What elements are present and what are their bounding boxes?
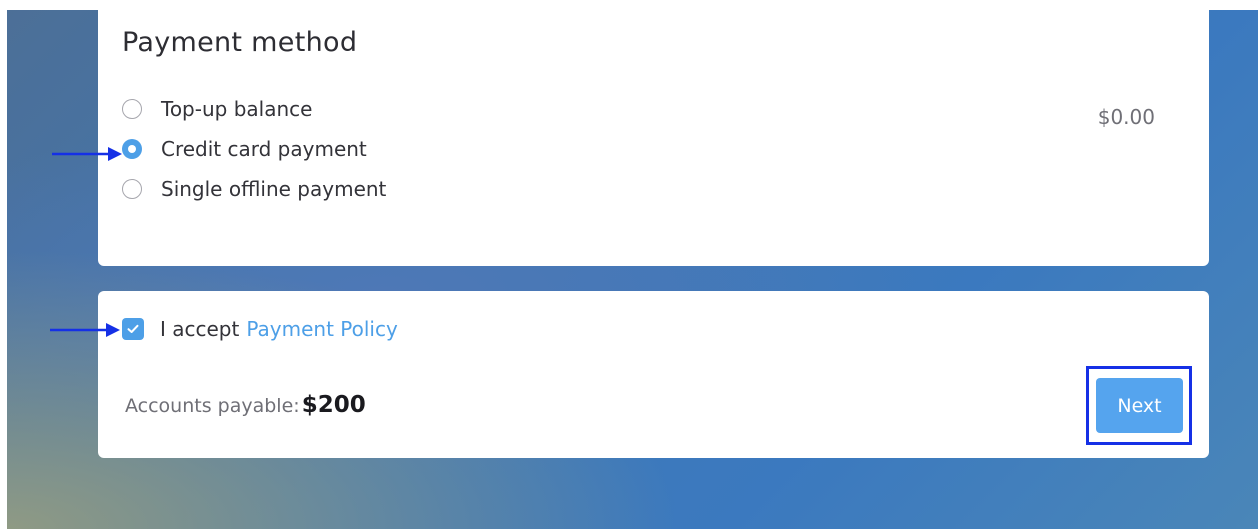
top-up-balance-value: $0.00 <box>1097 105 1155 129</box>
payable-label: Accounts payable: <box>125 395 300 417</box>
confirmation-card: I accept Payment Policy Accounts payable… <box>98 291 1209 458</box>
option-label: Credit card payment <box>161 137 367 161</box>
option-label: Top-up balance <box>161 97 313 121</box>
accounts-payable: Accounts payable: $200 <box>125 392 366 418</box>
next-button-highlight: Next <box>1086 366 1192 445</box>
option-single-offline-payment[interactable]: Single offline payment <box>122 176 386 202</box>
payment-policy-link[interactable]: Payment Policy <box>246 317 397 341</box>
payable-amount: $200 <box>301 392 366 418</box>
payment-method-title: Payment method <box>122 27 358 58</box>
radio-button-icon[interactable] <box>122 179 142 199</box>
arrow-right-icon <box>52 147 122 161</box>
accept-checkbox[interactable] <box>122 318 144 340</box>
accept-policy-row: I accept Payment Policy <box>122 317 398 341</box>
page-background: Payment method Top-up balance $0.00 Cred… <box>7 10 1258 529</box>
next-button[interactable]: Next <box>1096 378 1183 433</box>
option-label: Single offline payment <box>161 177 387 201</box>
accept-label: I accept <box>160 317 240 341</box>
option-credit-card-payment[interactable]: Credit card payment <box>122 136 367 162</box>
radio-button-icon[interactable] <box>122 99 142 119</box>
payment-method-card: Payment method Top-up balance $0.00 Cred… <box>98 10 1209 266</box>
radio-button-icon[interactable] <box>122 139 142 159</box>
arrow-right-icon <box>50 323 120 337</box>
option-top-up-balance[interactable]: Top-up balance <box>122 96 312 122</box>
checkmark-icon <box>127 324 139 333</box>
